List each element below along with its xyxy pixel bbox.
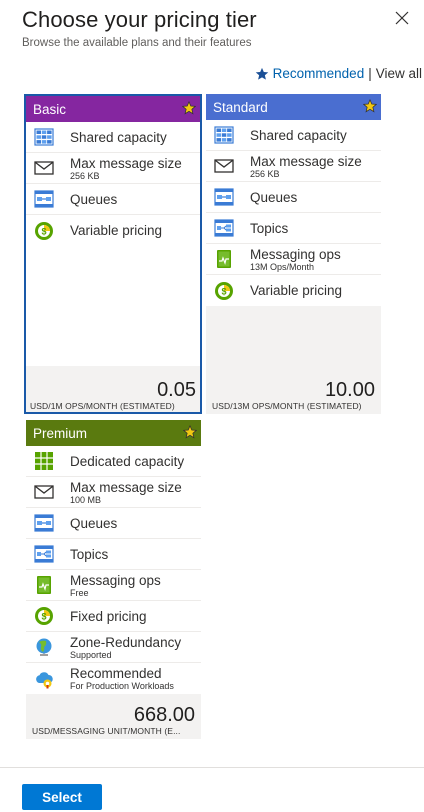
feature-name: Max message size [250, 153, 362, 169]
price-value: 10.00 [324, 379, 375, 401]
feature-name: Fixed pricing [70, 608, 147, 624]
feature-name: Max message size [70, 155, 182, 171]
recommended-filter-link[interactable]: Recommended [255, 66, 365, 81]
feature-name: Variable pricing [250, 283, 343, 298]
envelope-icon [34, 482, 54, 502]
shared-capacity-icon [214, 125, 234, 145]
price-area: 10.00 USD/13M OPS/MONTH (ESTIMATED) [206, 379, 381, 414]
topics-icon [214, 218, 234, 238]
feature-item: Topics [26, 539, 201, 570]
feature-name: Queues [70, 191, 118, 207]
footer-divider [0, 767, 424, 768]
page-title: Choose your pricing tier [22, 7, 257, 32]
feature-name: Messaging ops [250, 246, 341, 262]
select-button[interactable]: Select [22, 784, 102, 810]
feature-name: Queues [70, 515, 118, 531]
envelope-icon [214, 156, 234, 176]
pricing-coin-icon [34, 606, 54, 626]
feature-detail: 256 KB [250, 168, 280, 179]
feature-list: Shared capacity Max message size 256 KB Q… [206, 120, 381, 306]
tier-card-basic[interactable]: Basic Shared capacity Max message size 25… [24, 94, 202, 414]
feature-item: Variable pricing [206, 275, 381, 306]
tier-header-basic: Basic [26, 96, 200, 122]
queue-icon [34, 513, 54, 533]
feature-detail: 13M Ops/Month [250, 261, 315, 272]
feature-name: Shared capacity [70, 129, 167, 145]
star-icon [255, 67, 268, 80]
feature-list: Shared capacity Max message size 256 KB Q… [26, 122, 200, 366]
feature-detail: 100 MB [70, 494, 102, 505]
tier-name: Premium [33, 425, 88, 441]
topics-icon [34, 544, 54, 564]
page-subtitle: Browse the available plans and their fea… [22, 37, 252, 49]
price-value: 0.05 [157, 379, 196, 401]
feature-name: Variable pricing [70, 223, 163, 238]
feature-item: Max message size 256 KB [206, 151, 381, 182]
feature-detail: Free [70, 587, 89, 598]
feature-item: Zone-Redundancy Supported [26, 632, 201, 663]
feature-item: Recommended For Production Workloads [26, 663, 201, 694]
filter-separator: | [368, 66, 372, 81]
close-icon[interactable] [394, 10, 410, 26]
tier-header-premium: Premium [26, 420, 201, 446]
envelope-icon [34, 158, 54, 178]
feature-item: Fixed pricing [26, 601, 201, 632]
tier-name: Basic [33, 101, 67, 117]
cloud-recommended-icon [34, 669, 54, 689]
feature-name: Topics [250, 220, 289, 236]
feature-item: Shared capacity [206, 120, 381, 151]
feature-name: Shared capacity [250, 127, 347, 143]
tier-card-standard[interactable]: Standard Shared capacity Max message siz… [206, 94, 381, 414]
feature-name: Messaging ops [70, 572, 161, 588]
feature-name: Max message size [70, 479, 182, 495]
feature-name: Queues [250, 189, 298, 205]
feature-item: Queues [26, 184, 200, 215]
pricing-coin-icon [34, 221, 54, 241]
feature-item: Variable pricing [26, 215, 200, 246]
shared-capacity-icon [34, 127, 54, 147]
feature-name: Dedicated capacity [70, 453, 185, 469]
feature-detail: Supported [70, 649, 112, 660]
feature-item: Max message size 256 KB [26, 153, 200, 184]
price-unit: USD/13M OPS/MONTH (ESTIMATED) [212, 401, 362, 411]
recommended-label: Recommended [272, 66, 365, 81]
recommended-star-icon [363, 99, 377, 113]
feature-name: Zone-Redundancy [70, 634, 182, 650]
feature-item: Topics [206, 213, 381, 244]
price-unit: USD/MESSAGING UNIT/MONTH (E... [32, 726, 181, 736]
feature-detail: For Production Workloads [70, 681, 174, 691]
tier-card-premium[interactable]: Premium Dedicated capacity Max message s… [26, 420, 201, 739]
pricing-coin-icon [214, 281, 234, 301]
feature-name: Topics [70, 546, 109, 562]
messaging-ops-icon [214, 249, 234, 269]
recommended-star-icon [183, 425, 197, 439]
feature-item: Dedicated capacity [26, 446, 201, 477]
panel-header: Choose your pricing tier Browse the avai… [22, 6, 424, 60]
tier-name: Standard [213, 99, 268, 115]
feature-detail: 256 KB [70, 170, 100, 181]
globe-icon [34, 637, 54, 657]
feature-list: Dedicated capacity Max message size 100 M… [26, 446, 201, 694]
feature-item: Shared capacity [26, 122, 200, 153]
price-area: 0.05 USD/1M OPS/MONTH (ESTIMATED) [24, 379, 202, 414]
recommended-star-icon [182, 101, 196, 115]
queue-icon [214, 187, 234, 207]
price-unit: USD/1M OPS/MONTH (ESTIMATED) [30, 401, 175, 411]
feature-name: Recommended [70, 666, 162, 681]
price-area: 668.00 USD/MESSAGING UNIT/MONTH (E... [26, 704, 201, 739]
messaging-ops-icon [34, 575, 54, 595]
feature-item: Messaging ops 13M Ops/Month [206, 244, 381, 275]
feature-item: Messaging ops Free [26, 570, 201, 601]
tier-header-standard: Standard [206, 94, 381, 120]
feature-item: Max message size 100 MB [26, 477, 201, 508]
feature-item: Queues [206, 182, 381, 213]
price-value: 668.00 [133, 704, 195, 726]
view-all-filter-link[interactable]: View all [376, 66, 422, 81]
feature-item: Queues [26, 508, 201, 539]
dedicated-capacity-icon [34, 451, 54, 471]
queue-icon [34, 189, 54, 209]
tier-filter: Recommended | View all [255, 66, 422, 81]
